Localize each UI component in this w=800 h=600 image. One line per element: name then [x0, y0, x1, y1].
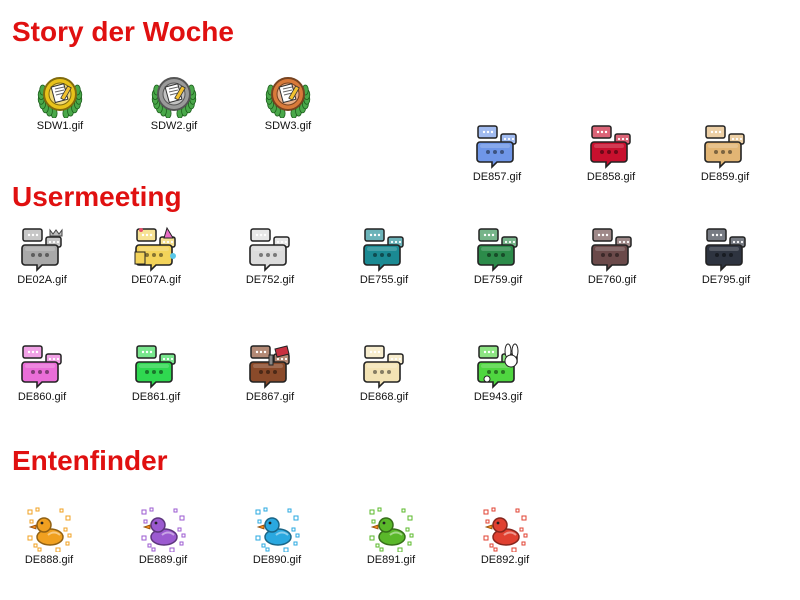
duck-icon [140, 506, 186, 552]
gold-seal-icon [37, 72, 83, 118]
duck-icon [368, 506, 414, 552]
file-name: SDW2.gif [150, 120, 198, 132]
chat-bubble-icon [19, 343, 65, 389]
file-item-de888[interactable]: DE888.gif [9, 506, 89, 566]
section-title-story: Story der Woche [12, 16, 234, 47]
file-item-de795[interactable]: DE795.gif [686, 226, 766, 286]
file-item-de890[interactable]: DE890.gif [237, 506, 317, 566]
chat-bubble-icon [247, 226, 293, 272]
file-item-de867[interactable]: DE867.gif [230, 343, 310, 403]
file-item-de857[interactable]: DE857.gif [457, 123, 537, 183]
chat-bubble-crown-icon [19, 226, 65, 272]
file-name: DE888.gif [24, 554, 74, 566]
section-title-usermeeting: Usermeeting [12, 181, 182, 212]
file-name: DE860.gif [17, 391, 67, 403]
file-name: DE858.gif [586, 171, 636, 183]
file-name: DE892.gif [480, 554, 530, 566]
duck-icon [254, 506, 300, 552]
file-item-de07a[interactable]: DE07A.gif [116, 226, 196, 286]
file-name: DE861.gif [131, 391, 181, 403]
file-name: SDW1.gif [36, 120, 84, 132]
chat-bubble-icon [361, 226, 407, 272]
file-item-de859[interactable]: DE859.gif [685, 123, 765, 183]
file-item-sdw1[interactable]: SDW1.gif [20, 72, 100, 132]
file-item-de760[interactable]: DE760.gif [572, 226, 652, 286]
file-name: DE943.gif [473, 391, 523, 403]
file-item-sdw3[interactable]: SDW3.gif [248, 72, 328, 132]
file-name: DE868.gif [359, 391, 409, 403]
file-name: DE752.gif [245, 274, 295, 286]
file-item-de752[interactable]: DE752.gif [230, 226, 310, 286]
file-name: DE857.gif [472, 171, 522, 183]
file-name: DE07A.gif [131, 274, 181, 286]
file-name: DE859.gif [700, 171, 750, 183]
file-name: SDW3.gif [264, 120, 312, 132]
file-item-de02a[interactable]: DE02A.gif [2, 226, 82, 286]
file-item-de861[interactable]: DE861.gif [116, 343, 196, 403]
file-name: DE891.gif [366, 554, 416, 566]
file-item-de892[interactable]: DE892.gif [465, 506, 545, 566]
file-item-de868[interactable]: DE868.gif [344, 343, 424, 403]
file-name: DE755.gif [359, 274, 409, 286]
duck-icon [482, 506, 528, 552]
section-title-entenfinder: Entenfinder [12, 445, 168, 476]
chat-bubble-icon [475, 226, 521, 272]
file-item-de943[interactable]: DE943.gif [458, 343, 538, 403]
chat-bubble-icon [702, 123, 748, 169]
bronze-seal-icon [265, 72, 311, 118]
chat-bubble-icon [703, 226, 749, 272]
chat-bubble-icon [133, 343, 179, 389]
file-name: DE760.gif [587, 274, 637, 286]
chat-bubble-icon [589, 226, 635, 272]
file-item-de889[interactable]: DE889.gif [123, 506, 203, 566]
chat-bubble-icon [588, 123, 634, 169]
file-item-de858[interactable]: DE858.gif [571, 123, 651, 183]
file-item-de891[interactable]: DE891.gif [351, 506, 431, 566]
file-name: DE02A.gif [17, 274, 67, 286]
chat-bubble-paint-icon [247, 343, 293, 389]
file-name: DE889.gif [138, 554, 188, 566]
file-name: DE890.gif [252, 554, 302, 566]
chat-bubble-icon [474, 123, 520, 169]
chat-bubble-party-icon [133, 226, 179, 272]
file-item-de755[interactable]: DE755.gif [344, 226, 424, 286]
file-name: DE867.gif [245, 391, 295, 403]
chat-bubble-bunny-icon [475, 343, 521, 389]
duck-icon [26, 506, 72, 552]
file-name: DE759.gif [473, 274, 523, 286]
file-item-sdw2[interactable]: SDW2.gif [134, 72, 214, 132]
file-item-de759[interactable]: DE759.gif [458, 226, 538, 286]
file-item-de860[interactable]: DE860.gif [2, 343, 82, 403]
silver-seal-icon [151, 72, 197, 118]
chat-bubble-icon [361, 343, 407, 389]
file-name: DE795.gif [701, 274, 751, 286]
